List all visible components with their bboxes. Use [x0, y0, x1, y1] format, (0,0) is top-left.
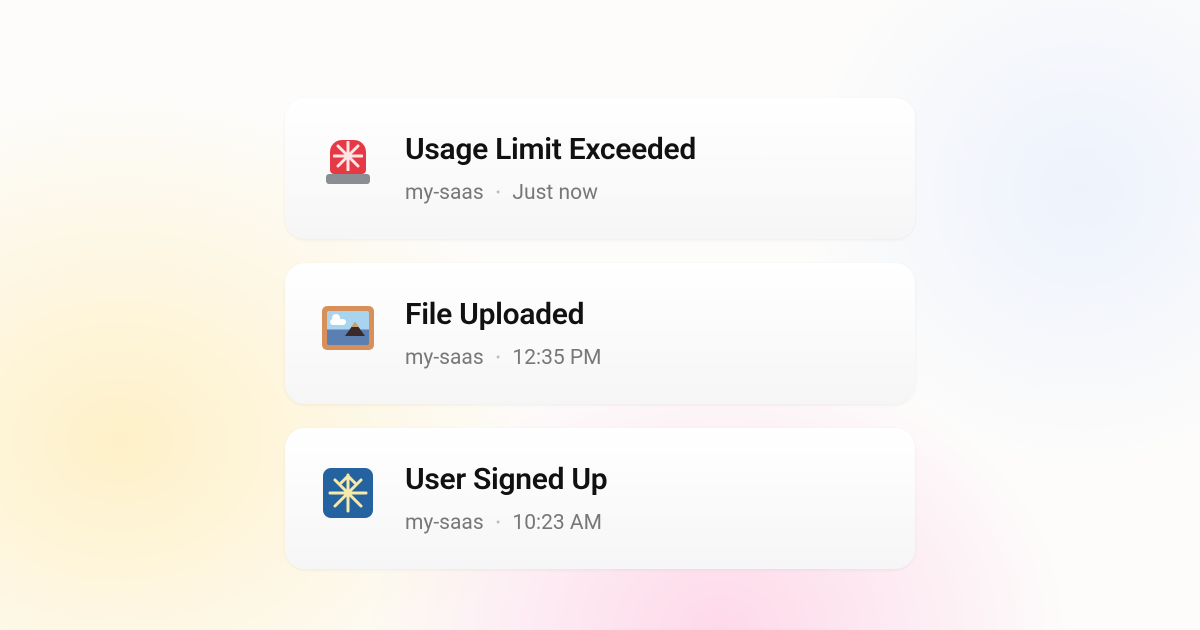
notification-card[interactable]: File Uploaded my-saas • 12:35 PM	[285, 263, 915, 404]
separator-dot: •	[496, 515, 501, 531]
notification-time: 12:35 PM	[512, 346, 601, 370]
notification-source: my-saas	[405, 346, 484, 370]
notification-content: Usage Limit Exceeded my-saas • Just now	[405, 132, 696, 205]
notification-title: User Signed Up	[405, 462, 607, 497]
notification-title: Usage Limit Exceeded	[405, 132, 696, 167]
notification-title: File Uploaded	[405, 297, 602, 332]
notification-content: File Uploaded my-saas • 12:35 PM	[405, 297, 602, 370]
notification-meta: my-saas • 12:35 PM	[405, 346, 602, 370]
siren-icon	[321, 136, 375, 190]
notification-card[interactable]: User Signed Up my-saas • 10:23 AM	[285, 428, 915, 569]
notification-content: User Signed Up my-saas • 10:23 AM	[405, 462, 607, 535]
notification-feed: Usage Limit Exceeded my-saas • Just now …	[285, 98, 915, 569]
notification-source: my-saas	[405, 511, 484, 535]
separator-dot: •	[496, 185, 501, 201]
notification-time: 10:23 AM	[512, 511, 602, 535]
notification-meta: my-saas • 10:23 AM	[405, 511, 607, 535]
notification-source: my-saas	[405, 181, 484, 205]
separator-dot: •	[496, 350, 501, 366]
notification-meta: my-saas • Just now	[405, 181, 696, 205]
notification-card[interactable]: Usage Limit Exceeded my-saas • Just now	[285, 98, 915, 239]
notification-time: Just now	[512, 181, 597, 205]
starburst-icon	[321, 466, 375, 520]
picture-icon	[321, 301, 375, 355]
